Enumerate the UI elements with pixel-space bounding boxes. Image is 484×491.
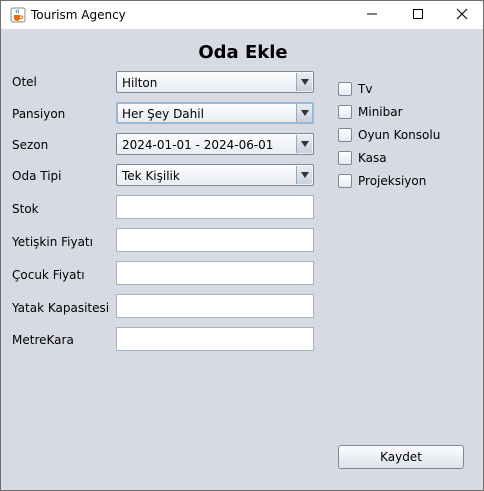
checkbox[interactable] bbox=[338, 174, 352, 188]
room-type-label: Oda Tipi bbox=[12, 169, 62, 183]
child-price-input[interactable] bbox=[116, 261, 314, 285]
season-label: Sezon bbox=[12, 138, 49, 152]
bed-capacity-input[interactable] bbox=[116, 294, 314, 318]
bed-capacity-label: Yatak Kapasitesi bbox=[12, 301, 110, 315]
window-title: Tourism Agency bbox=[31, 8, 126, 22]
chevron-down-icon[interactable] bbox=[296, 166, 312, 184]
board-type-label: Pansiyon bbox=[12, 107, 66, 121]
maximize-button[interactable] bbox=[395, 1, 441, 29]
checkbox[interactable] bbox=[338, 151, 352, 165]
form-panel: Oda Ekle Otel Hilton Pansiyon Her Şey Da… bbox=[1, 29, 483, 490]
app-window: Tourism Agency Oda Ekle Otel Hilton Pans… bbox=[0, 0, 484, 491]
java-cup-icon bbox=[10, 7, 26, 23]
stock-input[interactable] bbox=[116, 195, 314, 219]
board-type-select[interactable]: Her Şey Dahil bbox=[116, 102, 314, 124]
feature-label: Tv bbox=[358, 82, 373, 96]
checkbox[interactable] bbox=[338, 128, 352, 142]
checkbox[interactable] bbox=[338, 82, 352, 96]
board-type-select-value: Her Şey Dahil bbox=[122, 107, 204, 121]
season-select-value: 2024-01-01 - 2024-06-01 bbox=[122, 138, 274, 152]
square-meter-input[interactable] bbox=[116, 327, 314, 351]
square-meter-label: MetreKara bbox=[12, 333, 74, 347]
close-icon bbox=[456, 8, 468, 23]
child-price-label: Çocuk Fiyatı bbox=[12, 268, 85, 282]
hotel-select-value: Hilton bbox=[122, 76, 158, 90]
minimize-button[interactable] bbox=[349, 1, 395, 29]
minimize-icon bbox=[366, 8, 378, 23]
hotel-label: Otel bbox=[12, 75, 37, 89]
feature-label: Kasa bbox=[358, 151, 387, 165]
title-bar: Tourism Agency bbox=[1, 1, 483, 29]
page-title: Oda Ekle bbox=[198, 42, 288, 63]
season-select[interactable]: 2024-01-01 - 2024-06-01 bbox=[116, 133, 314, 155]
close-button[interactable] bbox=[439, 1, 484, 29]
stock-label: Stok bbox=[12, 202, 39, 216]
chevron-down-icon[interactable] bbox=[296, 73, 312, 91]
save-button[interactable]: Kaydet bbox=[338, 445, 464, 469]
adult-price-label: Yetişkin Fiyatı bbox=[12, 235, 93, 249]
chevron-down-icon[interactable] bbox=[296, 104, 312, 122]
feature-label: Oyun Konsolu bbox=[358, 128, 441, 142]
chevron-down-icon[interactable] bbox=[296, 135, 312, 153]
room-type-select[interactable]: Tek Kişilik bbox=[116, 164, 314, 186]
adult-price-input[interactable] bbox=[116, 228, 314, 252]
checkbox[interactable] bbox=[338, 105, 352, 119]
maximize-icon bbox=[412, 8, 424, 23]
room-type-select-value: Tek Kişilik bbox=[122, 169, 180, 183]
feature-label: Projeksiyon bbox=[358, 174, 427, 188]
hotel-select[interactable]: Hilton bbox=[116, 71, 314, 93]
feature-label: Minibar bbox=[358, 105, 403, 119]
